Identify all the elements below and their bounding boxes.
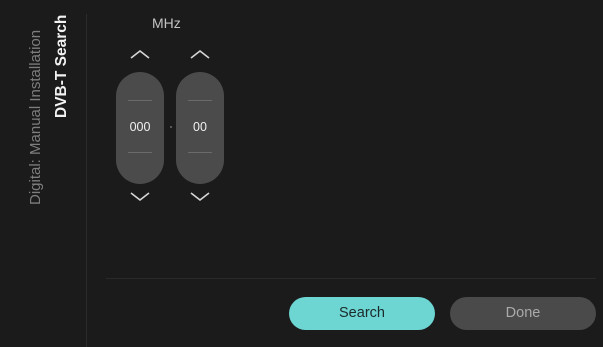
minor-decrement-button[interactable] (188, 191, 212, 203)
page-title: DVB-T Search (53, 14, 70, 118)
decimal-separator-dot (170, 126, 172, 128)
chevron-down-icon (130, 192, 150, 202)
frequency-minor-stepper[interactable]: 00 (176, 72, 224, 184)
installation-subtitle: Digital: Manual Installation (27, 29, 44, 205)
chevron-up-icon (130, 49, 150, 59)
chevron-up-icon (190, 49, 210, 59)
frequency-major-value: 000 (129, 120, 151, 134)
frequency-minor-value: 00 (193, 120, 207, 134)
dvbt-search-screen: Digital: Manual Installation DVB-T Searc… (0, 0, 603, 347)
frequency-major-stepper[interactable]: 000 (116, 72, 164, 184)
chevron-down-icon (190, 192, 210, 202)
frequency-unit-label: MHz (152, 15, 181, 31)
vertical-divider (86, 14, 87, 347)
search-button[interactable]: Search (289, 297, 435, 330)
major-decrement-button[interactable] (128, 191, 152, 203)
minor-increment-button[interactable] (188, 48, 212, 60)
bottom-divider (106, 278, 596, 279)
stepper-guide-line (188, 152, 212, 153)
done-button[interactable]: Done (450, 297, 596, 330)
major-increment-button[interactable] (128, 48, 152, 60)
vertical-title-area: Digital: Manual Installation DVB-T Searc… (0, 0, 86, 347)
stepper-guide-line (128, 100, 152, 101)
stepper-guide-line (188, 100, 212, 101)
stepper-guide-line (128, 152, 152, 153)
